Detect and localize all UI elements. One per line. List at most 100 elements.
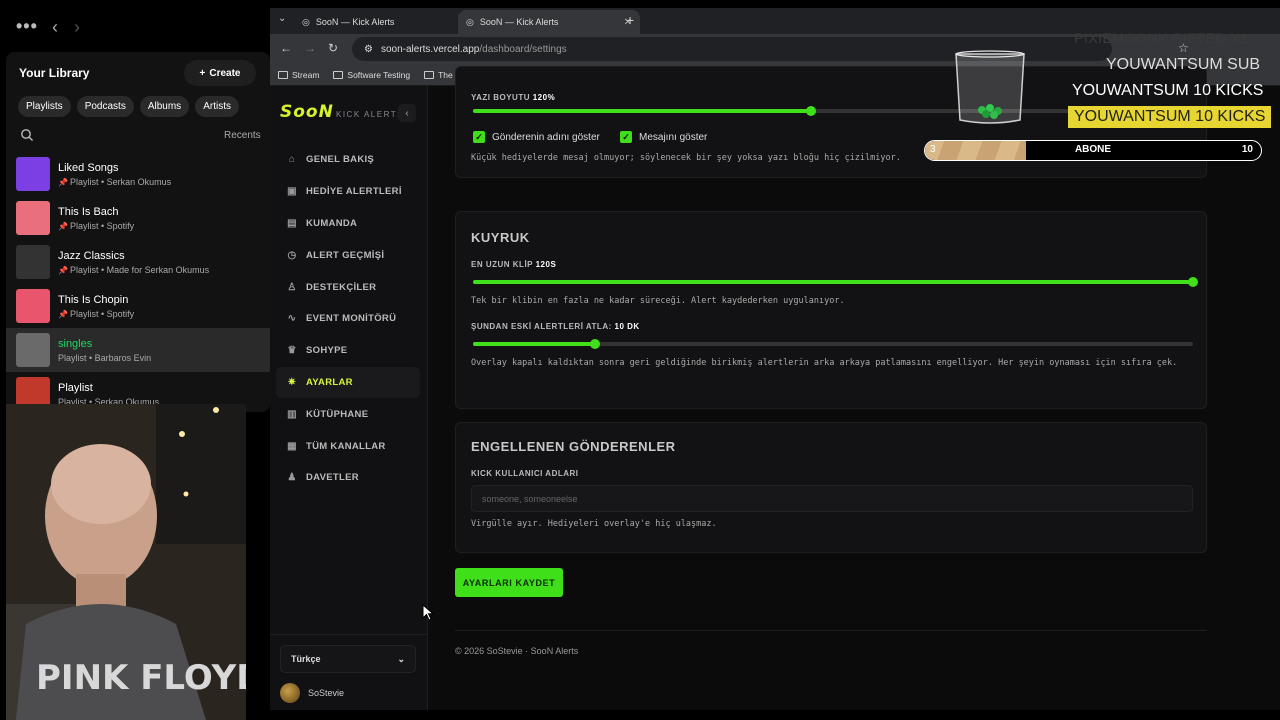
create-button[interactable]: + Create [184,60,256,86]
plus-icon: + [199,67,206,79]
font-size-knob[interactable] [806,106,816,116]
library-item-name: This Is Chopin [58,293,129,306]
queue-card: KUYRUK EN UZUN KLİP 120S Tek bir klibin … [455,211,1207,409]
language-value: Türkçe [291,654,321,664]
bookmark-item[interactable]: Software Testing [333,70,410,80]
spotify-panel: ••• ‹ › Your Library + Create Playlists P… [0,0,270,720]
bookmark-label: Stream [292,69,320,80]
overlay-kick-alert-highlight: YOUWANTSUM 10 KICKS [1068,106,1272,128]
chip-albums[interactable]: Albums [139,96,190,117]
folder-icon [278,70,288,79]
sidebar-nav: ⌂ GENEL BAKIŞ ▣ HEDİYE ALERTLERİ ▤ KUMANDA ◷ AL… [276,144,420,494]
sidebar-item[interactable]: ▦ TÜM KANALLAR [276,430,420,462]
webcam-feed: PINK FLOYD [6,404,246,720]
chip-playlists[interactable]: Playlists [18,96,71,117]
sidebar-item[interactable]: ▤ KUMANDA [276,208,420,240]
sidebar-item[interactable]: ▣ HEDİYE ALERTLERİ [276,176,420,208]
settings-icon: ✷ [287,376,297,388]
show-message-checkbox[interactable]: ✓ Mesajını göster [620,131,707,143]
bookmark-item[interactable]: Stream [278,70,319,80]
channels-icon: ▦ [287,440,297,452]
sidebar-item-label: EVENT MONİTÖRÜ [306,313,397,325]
app-logo[interactable]: SooN [280,102,334,122]
create-label: Create [209,67,241,79]
save-settings-button[interactable]: AYARLARI KAYDET [455,568,563,597]
sidebar-item[interactable]: ∿ EVENT MONİTÖRÜ [276,303,420,335]
tip-jar-icon [955,50,1025,124]
bookmark-label: Software Testing [347,69,411,80]
folder-icon [333,70,344,79]
longest-clip-slider[interactable] [473,277,1198,287]
invite-icon: ♟ [287,472,297,484]
folder-icon [424,70,435,79]
playlist-cover [16,245,50,279]
collapse-sidebar-icon[interactable]: ‹ [398,104,416,122]
longest-clip-fill [473,280,1193,284]
font-size-label: YAZI BOYUTU 120% [471,93,556,102]
supporters-icon: ♙ [287,281,297,293]
back-arrow-icon[interactable]: ‹ [52,17,58,38]
chip-artists[interactable]: Artists [195,96,239,117]
small-gift-note: Küçük hediyelerde mesaj olmuyor; söylene… [471,153,901,163]
library-item[interactable]: This Is Chopin 📌 Playlist • Spotify [6,284,270,328]
chip-podcasts[interactable]: Podcasts [76,96,134,117]
library-title: Your Library [19,66,90,80]
sort-recents[interactable]: Recents [224,130,261,141]
library-item-subtitle: Playlist • Spotify [69,308,135,319]
sidebar-item[interactable]: ♙ DESTEKÇİLER [276,271,420,303]
tab-2[interactable]: ◎ SooN — Kick Alerts ✕ [458,10,640,34]
overlay-sub-alert: YOUWANTSUM SUB [1106,56,1261,73]
sidebar-item[interactable]: ♛ SOHYPE [276,335,420,367]
user-profile[interactable]: SoStevie [280,683,344,703]
chevron-down-icon: ⌄ [397,653,405,664]
skip-older-knob[interactable] [590,339,600,349]
more-icon[interactable]: ••• [16,16,38,37]
sidebar-item-label: SOHYPE [306,345,348,357]
reload-icon[interactable]: ↻ [328,41,338,55]
library-item-name: Liked Songs [58,161,119,174]
site-info-icon[interactable]: ⚙ [364,44,373,55]
skip-older-slider[interactable] [473,339,1193,349]
library-item[interactable]: Liked Songs 📌 Playlist • Serkan Okumus [6,152,270,196]
blocked-senders-card: ENGELLENEN GÖNDERENLER KICK KULLANICI AD… [455,422,1207,553]
blocked-usernames-input[interactable]: someone, someoneelse [471,485,1193,512]
playlist-cover [16,157,50,191]
forward-arrow-icon[interactable]: › [74,17,80,38]
tab-search-icon[interactable]: ⌄ [278,13,286,24]
back-icon[interactable]: ← [280,41,292,55]
home-icon: ⌂ [288,154,296,166]
forward-icon[interactable]: → [304,41,316,55]
sidebar-item[interactable]: ▥ KÜTÜPHANE [276,398,420,430]
pin-icon: 📌 [58,177,68,187]
library-item-subtitle: Playlist • Barbaros Evin [58,352,152,363]
check-icon: ✓ [620,131,632,143]
sub-goal-bar: 3 ABONE 10 [924,140,1262,161]
pin-icon: 📌 [58,309,68,319]
longest-clip-knob[interactable] [1188,277,1198,287]
kick-usernames-label: KICK KULLANICI ADLARI [471,469,579,478]
language-select[interactable]: Türkçe ⌄ [280,645,416,673]
library-item-name: Jazz Classics [58,249,125,262]
library-item[interactable]: Jazz Classics 📌 Playlist • Made for Serkan… [6,240,270,284]
skip-older-desc: Overlay kapalı kaldıktan sonra geri geld… [471,358,1178,368]
sidebar-item[interactable]: ✷ AYARLAR [276,366,420,399]
show-sender-checkbox[interactable]: ✓ Gönderenin adını göster [473,131,600,143]
queue-title: KUYRUK [471,230,530,245]
library-item[interactable]: singles Playlist • Barbaros Evin [6,328,270,372]
library-icon: ▥ [287,408,297,420]
sidebar-item-label: DAVETLER [306,472,359,484]
tab-1[interactable]: ◎ SooN — Kick Alerts ✕ [294,10,476,34]
sidebar-item-label: KÜTÜPHANE [306,408,369,420]
sidebar-item[interactable]: ◷ ALERT GEÇMİŞİ [276,239,420,271]
sub-goal-label: ABONE [1074,144,1112,155]
tab-1-title: SooN — Kick Alerts [315,17,395,27]
sidebar-item[interactable]: ⌂ GENEL BAKIŞ [276,144,420,176]
playlist-cover [16,201,50,235]
library-item[interactable]: This Is Bach 📌 Playlist • Spotify [6,196,270,240]
search-icon[interactable] [20,128,34,142]
sidebar-item-label: DESTEKÇİLER [306,281,377,293]
library-item-subtitle: Playlist • Made for Serkan Okumus [69,264,210,275]
new-tab-icon[interactable]: + [626,12,634,28]
sidebar-item[interactable]: ♟ DAVETLER [276,462,420,494]
webcam-image: PINK FLOYD [6,404,246,720]
